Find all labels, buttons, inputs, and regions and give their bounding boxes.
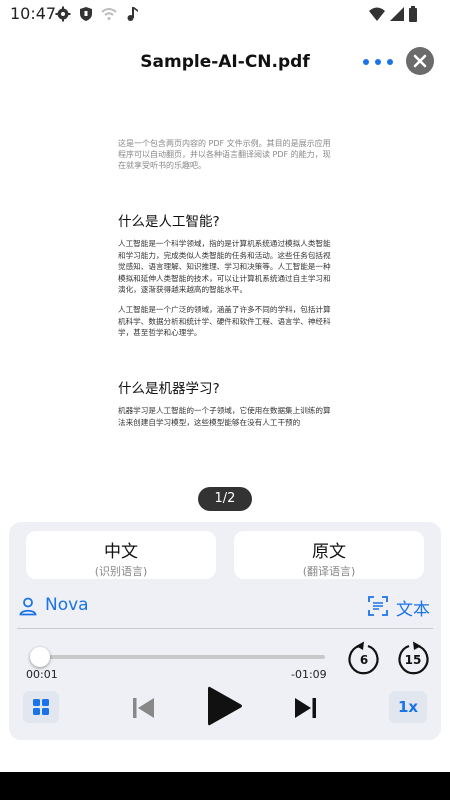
pdf-paragraph: 人工智能是一个广泛的领域，涵盖了许多不同的学科，包括计算机科学、数据分析和统计学… xyxy=(118,305,331,337)
pdf-paragraph: 人工智能是一个科学领域，指的是计算机系统通过模拟人类智能和学习能力，完成类似人类… xyxy=(118,239,331,294)
progress-slider[interactable] xyxy=(29,647,325,667)
next-track-button[interactable] xyxy=(292,696,318,720)
pdf-heading: 什么是人工智能? xyxy=(118,214,220,230)
wifi-off-icon xyxy=(101,8,117,20)
gear-icon xyxy=(55,6,71,22)
status-time: 10:47 xyxy=(10,4,57,23)
more-options-button[interactable] xyxy=(360,50,396,72)
text-scan-icon[interactable] xyxy=(368,596,388,616)
rewind-seconds: 6 xyxy=(359,653,369,667)
system-navigation-bar xyxy=(0,772,450,800)
music-note-icon xyxy=(127,7,138,21)
rewind-button[interactable]: 6 xyxy=(346,640,382,678)
text-mode-button[interactable]: 文本 xyxy=(396,595,430,620)
status-bar: 10:47 xyxy=(0,0,450,28)
previous-track-button[interactable] xyxy=(131,696,157,720)
source-language-name: 中文 xyxy=(104,542,138,562)
voice-selector[interactable]: Nova xyxy=(45,595,89,615)
person-icon[interactable] xyxy=(18,596,38,616)
pdf-paragraph: 机器学习是人工智能的一个子领域，它使用在数据集上训练的算法来创建自学习模型，这些… xyxy=(118,406,331,427)
remaining-time: -01:09 xyxy=(291,668,327,681)
target-language-caption: (翻译语言) xyxy=(302,565,356,578)
playback-speed-button[interactable]: 1x xyxy=(389,691,427,723)
forward-seconds: 15 xyxy=(404,653,422,667)
elapsed-time: 00:01 xyxy=(26,668,58,681)
play-button[interactable] xyxy=(206,684,244,728)
wifi-icon xyxy=(369,7,385,21)
player-panel: 中文 (识别语言) 原文 (翻译语言) Nova 文本 00:01 -01:09… xyxy=(9,522,441,740)
close-icon xyxy=(413,54,427,68)
target-language-selector[interactable]: 原文 (翻译语言) xyxy=(234,531,424,579)
page-indicator: 1/2 xyxy=(198,487,252,511)
progress-thumb[interactable] xyxy=(29,647,50,667)
pdf-heading: 什么是机器学习? xyxy=(118,381,220,397)
source-language-selector[interactable]: 中文 (识别语言) xyxy=(26,531,216,579)
voice-row: Nova 文本 xyxy=(9,592,441,620)
signal-icon xyxy=(390,7,404,21)
forward-button[interactable]: 15 xyxy=(395,640,431,678)
target-language-name: 原文 xyxy=(312,542,346,562)
pdf-intro-text: 这是一个包含两页内容的 PDF 文件示例。其目的是展示应用程序可以自动翻页，并以… xyxy=(118,139,331,170)
divider xyxy=(17,628,433,629)
title-bar: Sample-AI-CN.pdf xyxy=(0,40,450,86)
battery-icon xyxy=(409,6,417,22)
grid-menu-button[interactable] xyxy=(23,691,59,723)
source-language-caption: (识别语言) xyxy=(94,565,148,578)
grid-icon xyxy=(33,699,49,715)
shield-icon xyxy=(80,7,92,21)
pdf-page-view[interactable]: 这是一个包含两页内容的 PDF 文件示例。其目的是展示应用程序可以自动翻页，并以… xyxy=(0,130,450,430)
more-horizontal-icon xyxy=(363,59,369,65)
close-button[interactable] xyxy=(406,47,434,75)
